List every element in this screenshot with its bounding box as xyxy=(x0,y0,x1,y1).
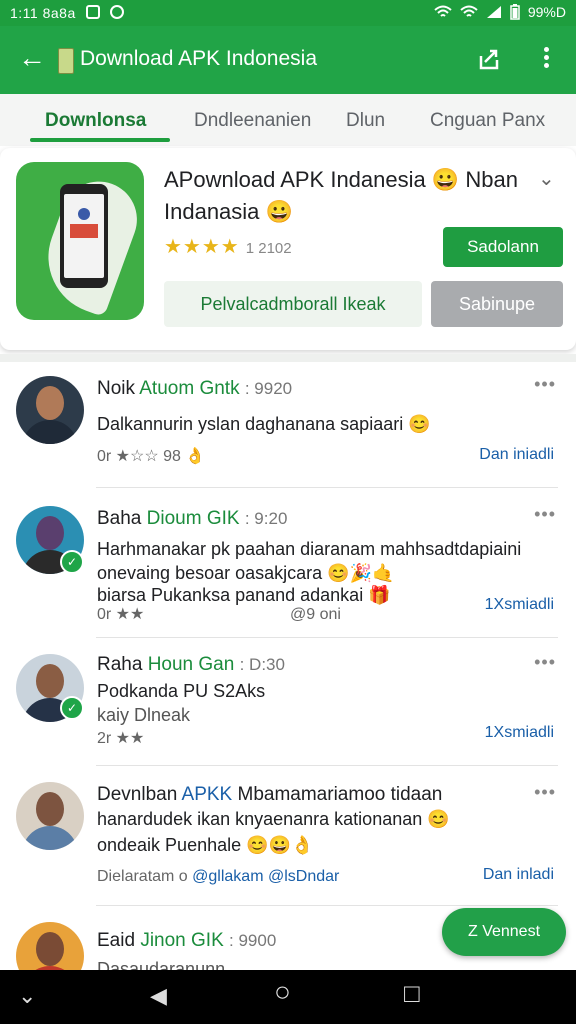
post-author: Noik Atuom Gntk : 9920 xyxy=(97,378,293,399)
post-author: Raha Houn Gan : D:30 xyxy=(97,654,285,675)
post-text-line-1: Dasaudaranunn xyxy=(97,959,226,970)
post-more-icon[interactable]: ••• xyxy=(534,504,556,525)
post-text-line-1: hanardudek ikan knyaenanra kationanan 😊 xyxy=(97,809,450,829)
nav-home-icon[interactable]: ○ xyxy=(274,978,291,1006)
avatar[interactable] xyxy=(16,376,84,444)
post-text-line-2: ondeaik Puenhale 😊😀👌 xyxy=(97,835,314,855)
verified-badge-icon: ✓ xyxy=(60,696,84,720)
post-text: Dalkannurin yslan daghanana sapiaari 😊 xyxy=(97,414,431,434)
nav-down-icon[interactable]: ⌄ xyxy=(18,984,36,1008)
compose-fab-button[interactable]: Z Vennest xyxy=(442,908,566,956)
post-footer: Dielaratam o @gllakam @lsDndar xyxy=(97,868,340,885)
tab-downloads[interactable]: Downlonsa xyxy=(45,110,146,132)
section-divider xyxy=(0,354,576,362)
post-text-line-2: kaiy Dlneak xyxy=(97,705,191,725)
post-link[interactable]: 1Xsmiadli xyxy=(485,724,554,742)
wifi-icon xyxy=(434,5,452,17)
back-arrow-icon[interactable]: ← xyxy=(18,44,46,72)
tab-third[interactable]: Dlun xyxy=(346,110,385,132)
share-icon[interactable] xyxy=(478,48,500,70)
app-card: APownload APK Indanesia 😀 Nban Indanasia… xyxy=(0,148,576,350)
primary-action-button[interactable]: Sadolann xyxy=(443,227,563,267)
disabled-action-button[interactable]: Sabinupe xyxy=(431,281,563,327)
post-text-line-1: Harhmanakar pk paahan diaranam mahhsadtd… xyxy=(97,539,522,559)
post-author: Devnlban APKK Mbamamariamoo tidaan xyxy=(97,784,443,805)
list-item[interactable]: Noik Atuom Gntk : 9920 ••• Dalkannurin y… xyxy=(0,362,576,488)
active-tab-indicator xyxy=(30,138,170,142)
list-item[interactable]: Devnlban APKK Mbamamariamoo tidaan ••• h… xyxy=(0,766,576,906)
tab-second[interactable]: Dndleenanien xyxy=(194,110,311,132)
apk-file-icon xyxy=(58,48,74,74)
post-author: Eaid Jinon GIK : 9900 xyxy=(97,930,277,951)
post-footer: 0r ★★ xyxy=(97,606,145,623)
wifi-icon-2 xyxy=(460,5,478,17)
battery-icon xyxy=(510,4,520,20)
post-more-icon[interactable]: ••• xyxy=(534,374,556,395)
chevron-down-icon[interactable]: ⌄ xyxy=(538,166,555,191)
status-time: 1:11 8a8a xyxy=(10,5,76,21)
rating-stars: ★★★★ 1 2102 xyxy=(164,236,292,258)
post-footer: 0r ★☆☆ 98 👌 xyxy=(97,448,206,465)
avatar[interactable] xyxy=(16,782,84,850)
secondary-action-button[interactable]: Pelvalcadmborall Ikeak xyxy=(164,281,422,327)
rating-count: 1 2102 xyxy=(245,240,292,257)
status-bar: 1:11 8a8a 99%D xyxy=(0,0,576,26)
list-item[interactable]: ✓ Baha Dioum GIK : 9:20 ••• Harhmanakar … xyxy=(0,488,576,638)
post-link[interactable]: Dan inladi xyxy=(483,866,554,884)
list-item[interactable]: ✓ Raha Houn Gan : D:30 ••• Podkanda PU S… xyxy=(0,638,576,766)
post-footer: 2r ★★ xyxy=(97,730,145,747)
tab-fourth[interactable]: Cnguan Panx xyxy=(430,110,545,132)
post-more-icon[interactable]: ••• xyxy=(534,652,556,673)
notification-icon-2 xyxy=(110,5,124,19)
page-title: Download APK Indonesia xyxy=(80,47,317,70)
post-link[interactable]: 1Xsmiadli xyxy=(485,596,554,614)
nav-recent-icon[interactable]: □ xyxy=(404,980,420,1006)
app-title: APownload APK Indanesia 😀 Nban Indanasia… xyxy=(164,167,518,224)
post-text-line-1: Podkanda PU S2Aks xyxy=(97,681,266,701)
post-author: Baha Dioum GIK : 9:20 xyxy=(97,508,288,529)
app-icon xyxy=(16,162,144,320)
post-link[interactable]: Dan iniadli xyxy=(479,446,554,464)
nav-back-icon[interactable]: ◀ xyxy=(150,984,167,1008)
avatar[interactable] xyxy=(16,922,84,970)
battery-percent: 99%D xyxy=(527,4,566,20)
signal-icon xyxy=(486,6,501,18)
overflow-menu-icon[interactable] xyxy=(538,44,554,74)
post-mentions[interactable]: @gllakam @lsDndar xyxy=(192,868,339,885)
system-nav-bar: ⌄ ◀ ○ □ xyxy=(0,970,576,1024)
notification-icon xyxy=(86,5,100,19)
verified-badge-icon: ✓ xyxy=(60,550,84,574)
app-bar: ← Download APK Indonesia xyxy=(0,26,576,94)
post-mentions: @9 oni xyxy=(290,606,341,623)
post-more-icon[interactable]: ••• xyxy=(534,782,556,803)
